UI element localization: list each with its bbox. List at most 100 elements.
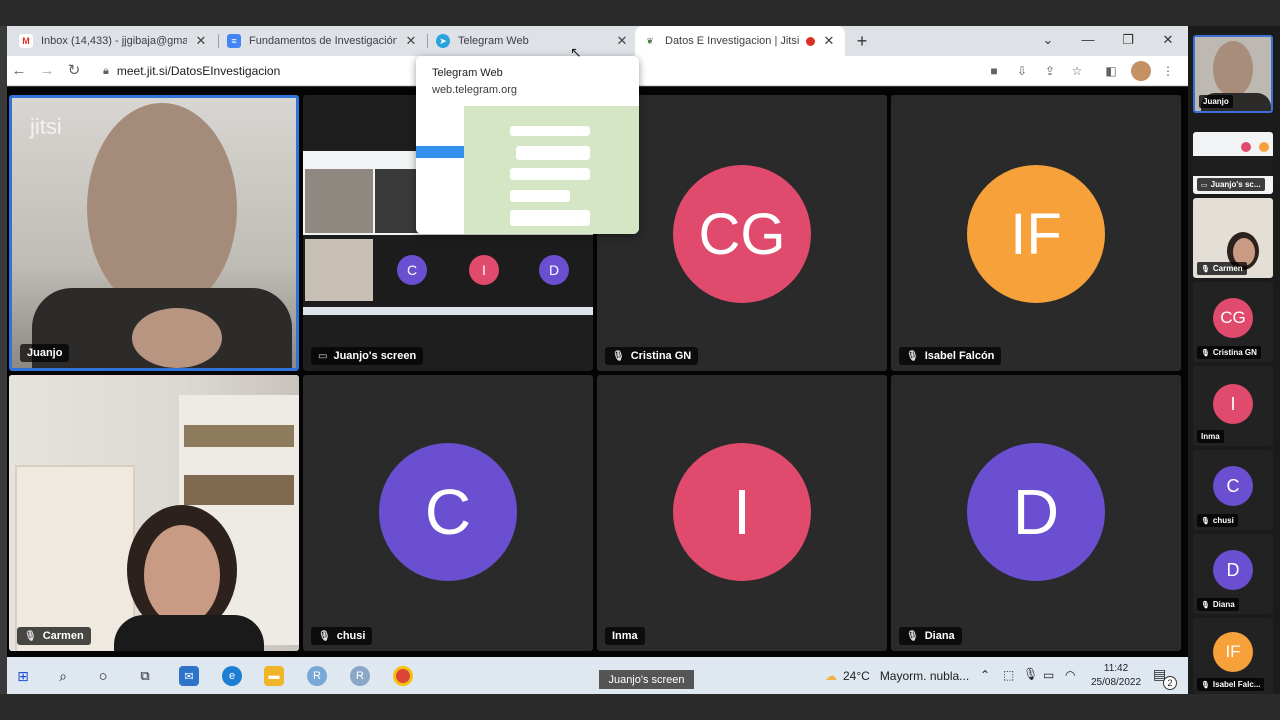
close-icon[interactable]: ✕ bbox=[403, 33, 419, 49]
participant-tile-juanjo[interactable]: jitsi Juanjo bbox=[9, 95, 299, 371]
lock-icon: 🔒︎ bbox=[103, 64, 109, 77]
tab-search-icon[interactable]: ⌄ bbox=[1028, 30, 1068, 50]
filmstrip-tile-cristina[interactable]: CG 🎙︎ Cristina GN bbox=[1193, 282, 1273, 362]
tab-docs[interactable]: ≡ Fundamentos de Investigación. T ✕ bbox=[219, 26, 427, 56]
close-window-button[interactable]: ✕ bbox=[1148, 30, 1188, 50]
mic-muted-icon: 🎙︎ bbox=[1201, 681, 1210, 689]
participant-tile-cristina[interactable]: CG 🎙︎ Cristina GN bbox=[597, 95, 887, 371]
participant-tile-diana[interactable]: D 🎙︎ Diana bbox=[891, 375, 1181, 651]
filmstrip-tile-carmen[interactable]: 🎙︎ Carmen bbox=[1193, 198, 1273, 278]
weather-widget[interactable]: ☁ 24°C Mayorm. nubla... bbox=[825, 669, 969, 683]
menu-icon[interactable]: ⋮ bbox=[1159, 62, 1177, 80]
avatar: CG bbox=[673, 165, 811, 303]
new-tab-button[interactable]: + bbox=[851, 30, 873, 52]
participant-tile-chusi[interactable]: C 🎙︎ chusi bbox=[303, 375, 593, 651]
microphone-icon[interactable]: 🎙︎ bbox=[1023, 667, 1038, 681]
participant-tile-carmen[interactable]: 🎙︎ Carmen bbox=[9, 375, 299, 651]
r-app-icon[interactable]: R bbox=[307, 666, 327, 686]
tab-label: Fundamentos de Investigación. T bbox=[249, 35, 397, 47]
gmail-icon: M bbox=[19, 34, 33, 48]
participant-tile-inma[interactable]: I Inma bbox=[597, 375, 887, 651]
filmstrip-tile-juanjo[interactable]: Juanjo bbox=[1193, 35, 1273, 113]
screen-share-indicator[interactable]: Juanjo's screen bbox=[599, 670, 694, 689]
tab-label: Datos E Investigacion | Jitsi M bbox=[665, 35, 802, 47]
mic-muted-icon: 🎙︎ bbox=[318, 630, 331, 642]
filmstrip-tile-screen[interactable]: ▭ Juanjo's sc... bbox=[1193, 132, 1273, 194]
close-icon[interactable]: ✕ bbox=[193, 33, 209, 49]
camera-icon[interactable]: ■ bbox=[985, 62, 1003, 80]
mic-muted-icon: 🎙︎ bbox=[24, 630, 37, 642]
cloud-sun-icon: ☁ bbox=[825, 669, 837, 683]
forward-button[interactable]: → bbox=[37, 61, 57, 81]
reload-button[interactable]: ↻ bbox=[64, 61, 84, 81]
chrome-icon[interactable] bbox=[393, 666, 413, 686]
avatar: IF bbox=[967, 165, 1105, 303]
participant-name: Inma bbox=[605, 627, 645, 645]
mic-muted-icon: 🎙︎ bbox=[906, 630, 919, 642]
docs-icon: ≡ bbox=[227, 34, 241, 48]
system-clock[interactable]: 11:42 25/08/2022 bbox=[1091, 662, 1141, 690]
tab-label: Inbox (14,433) - jjgibaja@gmail.c bbox=[41, 35, 187, 47]
thumb-avatar: C bbox=[397, 255, 427, 285]
file-explorer-icon[interactable]: ▬ bbox=[264, 666, 284, 686]
wifi-icon[interactable]: ◠ bbox=[1065, 668, 1075, 682]
battery-icon[interactable]: ▭ bbox=[1043, 668, 1054, 682]
filmstrip-tile-isabel[interactable]: IF 🎙︎ Isabel Falc... bbox=[1193, 618, 1273, 694]
hover-card-title: Telegram Web bbox=[432, 67, 503, 79]
avatar: C bbox=[379, 443, 517, 581]
filmstrip-tile-chusi[interactable]: C 🎙︎ chusi bbox=[1193, 450, 1273, 530]
rstudio-icon[interactable]: R bbox=[350, 666, 370, 686]
bookmark-star-icon[interactable]: ☆ bbox=[1068, 62, 1086, 80]
participant-name: 🎙︎ Diana bbox=[899, 627, 962, 645]
hover-card-url: web.telegram.org bbox=[432, 84, 517, 96]
thumb-avatar: I bbox=[469, 255, 499, 285]
participant-tile-isabel[interactable]: IF 🎙︎ Isabel Falcón bbox=[891, 95, 1181, 371]
recording-icon bbox=[806, 36, 815, 46]
telegram-icon: ➤ bbox=[436, 34, 450, 48]
video-frame: M Inbox (14,433) - jjgibaja@gmail.c ✕ ≡ … bbox=[0, 0, 1280, 720]
back-button[interactable]: ← bbox=[9, 61, 29, 81]
tab-gmail[interactable]: M Inbox (14,433) - jjgibaja@gmail.c ✕ bbox=[11, 26, 217, 56]
side-panel-icon[interactable]: ◧ bbox=[1102, 62, 1120, 80]
thumb-avatar: D bbox=[539, 255, 569, 285]
mic-muted-icon: 🎙︎ bbox=[1201, 517, 1210, 525]
tab-jitsi[interactable]: ❦ Datos E Investigacion | Jitsi M ✕ bbox=[635, 26, 845, 56]
filmstrip-tile-inma[interactable]: I Inma bbox=[1193, 366, 1273, 446]
minimize-button[interactable]: — bbox=[1068, 30, 1108, 50]
task-view-icon[interactable]: ⧉ bbox=[135, 666, 155, 686]
restore-button[interactable]: ❐ bbox=[1108, 30, 1148, 50]
install-icon[interactable]: ⇩ bbox=[1013, 62, 1031, 80]
browser-tabstrip: M Inbox (14,433) - jjgibaja@gmail.c ✕ ≡ … bbox=[7, 26, 1188, 56]
close-icon[interactable]: ✕ bbox=[614, 33, 630, 49]
participant-name: Juanjo bbox=[20, 344, 70, 362]
url-text: meet.jit.si/DatosEInvestigacion bbox=[116, 64, 281, 78]
participant-name: 🎙︎ Carmen bbox=[17, 627, 91, 645]
mic-muted-icon: 🎙︎ bbox=[1201, 265, 1210, 273]
tab-telegram[interactable]: ➤ Telegram Web ✕ bbox=[428, 26, 638, 56]
profile-avatar[interactable] bbox=[1131, 61, 1151, 81]
letterbox-top bbox=[0, 0, 1280, 26]
participant-name: 🎙︎ Isabel Falcón bbox=[899, 347, 1002, 365]
filmstrip-tile-diana[interactable]: D 🎙︎ Diana bbox=[1193, 534, 1273, 614]
mic-muted-icon: 🎙︎ bbox=[612, 350, 625, 362]
onedrive-icon[interactable]: ⬚ bbox=[1003, 668, 1014, 682]
participant-name: ▭ Juanjo's screen bbox=[311, 347, 424, 365]
chevron-up-icon[interactable]: ⌃ bbox=[980, 668, 990, 682]
jitsi-logo: jitsi bbox=[30, 114, 62, 139]
avatar: D bbox=[967, 443, 1105, 581]
mic-muted-icon: 🎙︎ bbox=[1201, 601, 1210, 609]
share-icon[interactable]: ⇪ bbox=[1041, 62, 1059, 80]
filmstrip: Juanjo ▭ Juanjo's sc... 🎙︎ Carmen CG 🎙︎ Cri… bbox=[1188, 26, 1280, 694]
search-icon[interactable]: ⌕ bbox=[53, 666, 73, 686]
mic-muted-icon: 🎙︎ bbox=[906, 350, 919, 362]
notification-badge: 2 bbox=[1163, 676, 1177, 690]
close-icon[interactable]: ✕ bbox=[821, 33, 837, 49]
mail-icon[interactable]: ✉ bbox=[179, 666, 199, 686]
participant-name: 🎙︎ chusi bbox=[311, 627, 373, 645]
windows-start-icon[interactable]: ⊞ bbox=[13, 666, 33, 686]
cortana-icon[interactable]: ○ bbox=[93, 666, 113, 686]
edge-icon[interactable]: e bbox=[222, 666, 242, 686]
screen-share-icon: ▭ bbox=[1201, 181, 1208, 189]
participant-name: 🎙︎ Cristina GN bbox=[605, 347, 699, 365]
jitsi-icon: ❦ bbox=[643, 34, 657, 48]
